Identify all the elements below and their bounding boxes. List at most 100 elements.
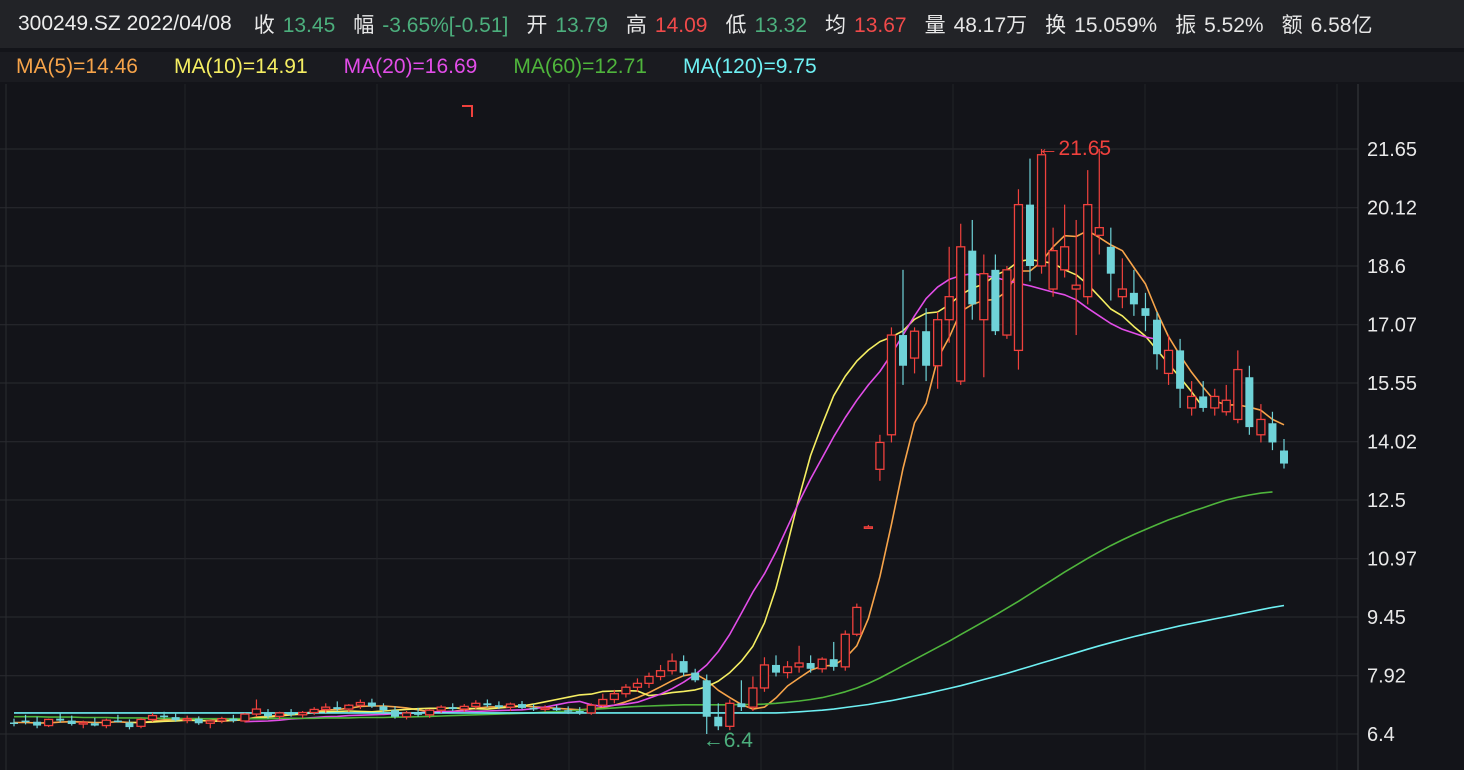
chart-background — [0, 84, 1464, 770]
candle-body-101 — [1176, 350, 1185, 389]
candle-body-27 — [321, 706, 331, 711]
field-amplitude: 振 5.52% — [1175, 14, 1264, 37]
candle-body-57 — [667, 660, 677, 672]
candle-body-32 — [379, 706, 388, 711]
candle-body-24 — [287, 712, 296, 715]
candle-body-19 — [229, 718, 238, 721]
candle-body-99 — [1153, 319, 1161, 355]
candle-body-65 — [759, 664, 770, 689]
candle-body-82 — [956, 246, 966, 382]
candle-body-31 — [367, 702, 376, 707]
candle-body-88 — [1026, 204, 1034, 266]
candle-body-62 — [725, 702, 735, 727]
y-tick-8: 9.45 — [1367, 607, 1406, 629]
candle-body-58 — [679, 661, 688, 673]
legend-ma5: MA(5)=14.46 — [16, 55, 138, 78]
candle-82 — [956, 223, 966, 385]
candle-body-80 — [932, 319, 943, 367]
candle-body-11 — [136, 718, 146, 727]
candle-body-110 — [1280, 450, 1288, 464]
candle-72 — [840, 630, 850, 671]
candle-body-67 — [782, 666, 793, 674]
candle-body-56 — [655, 670, 666, 678]
candle-body-90 — [1048, 250, 1058, 290]
ticker-code: 300249.SZ — [18, 12, 121, 35]
candle-86 — [1002, 266, 1012, 339]
field-amount: 额 6.58亿 — [1281, 14, 1373, 37]
field-close: 收 13.45 — [253, 14, 336, 37]
candle-body-71 — [829, 659, 838, 667]
candle-body-55 — [644, 675, 654, 685]
candle-body-5 — [67, 720, 76, 725]
candle-body-38 — [448, 707, 457, 710]
candle-body-81 — [944, 296, 954, 321]
candle-body-104 — [1210, 395, 1220, 409]
candle-body-42 — [494, 705, 503, 708]
y-tick-7: 10.97 — [1367, 549, 1417, 571]
field-change: 幅 -3.65%[-0.51] — [353, 14, 509, 37]
candle-body-93 — [1083, 203, 1093, 298]
candle-body-85 — [991, 269, 1000, 332]
candle-body-4 — [56, 718, 65, 721]
candle-body-16 — [194, 718, 203, 724]
candle-body-43 — [505, 703, 516, 708]
candle-body-21 — [251, 708, 262, 715]
candle-body-89 — [1036, 154, 1047, 267]
candle-body-100 — [1163, 349, 1174, 375]
candle-body-53 — [621, 686, 631, 695]
y-tick-5: 14.02 — [1367, 432, 1417, 454]
candle-body-8 — [101, 719, 112, 727]
candle-body-6 — [78, 721, 88, 725]
candle-50 — [586, 703, 596, 715]
candle-body-74 — [863, 526, 874, 530]
field-open: 开 13.79 — [526, 14, 608, 37]
low-annotation: ←6.4 — [703, 729, 754, 752]
candle-body-51 — [598, 698, 608, 706]
candlestick-chart[interactable]: 21.65 20.12 18.6 17.07 15.55 14.02 12.5 10.97 9.… — [0, 84, 1464, 770]
candle-body-36 — [424, 709, 435, 716]
y-tick-4: 15.55 — [1367, 373, 1417, 395]
y-tick-10: 6.4 — [1367, 724, 1395, 746]
candle-body-103 — [1199, 396, 1208, 408]
candle-body-48 — [564, 710, 573, 712]
candle-body-33 — [391, 710, 399, 717]
quote-info-bar: 300249.SZ 2022/04/08 收 13.45 幅 -3.65%[-0.5… — [0, 0, 1464, 48]
candle-body-22 — [264, 712, 272, 717]
candle-body-96 — [1117, 288, 1128, 298]
candle-body-13 — [160, 715, 169, 718]
candle-11 — [136, 717, 146, 729]
candle-body-28 — [333, 707, 342, 710]
candle-body-95 — [1106, 246, 1115, 274]
candle-body-92 — [1071, 284, 1081, 290]
candle-body-60 — [702, 680, 711, 717]
candle-body-46 — [540, 707, 550, 711]
candle-body-49 — [575, 710, 584, 713]
legend-ma120: MA(120)=9.75 — [683, 55, 817, 78]
candle-body-2 — [33, 721, 42, 726]
candle-3 — [43, 718, 54, 728]
candle-body-73 — [852, 606, 862, 635]
field-average: 均 13.67 — [825, 14, 907, 37]
candle-body-76 — [886, 334, 897, 436]
high-annotation: ←21.65 — [1038, 137, 1112, 160]
candle-body-94 — [1094, 226, 1104, 236]
candle-body-10 — [125, 722, 134, 728]
candle-body-41 — [483, 703, 492, 706]
field-turnover: 换 15.059% — [1045, 14, 1158, 37]
candle-body-52 — [609, 693, 620, 701]
candle-body-72 — [840, 633, 850, 668]
candle-body-68 — [794, 662, 804, 668]
candle-body-97 — [1129, 292, 1138, 305]
candle-body-17 — [205, 720, 215, 724]
candle-body-29 — [344, 704, 354, 710]
candle-87 — [1013, 189, 1024, 370]
candle-body-98 — [1141, 308, 1150, 316]
legend-ma20: MA(20)=16.69 — [343, 55, 478, 78]
y-tick-3: 17.07 — [1367, 315, 1417, 337]
candle-body-37 — [436, 706, 446, 711]
candle-body-69 — [806, 663, 815, 669]
candle-body-50 — [586, 704, 596, 714]
candle-body-105 — [1221, 399, 1231, 413]
field-low: 低 13.32 — [725, 14, 808, 37]
candle-body-79 — [922, 331, 931, 366]
